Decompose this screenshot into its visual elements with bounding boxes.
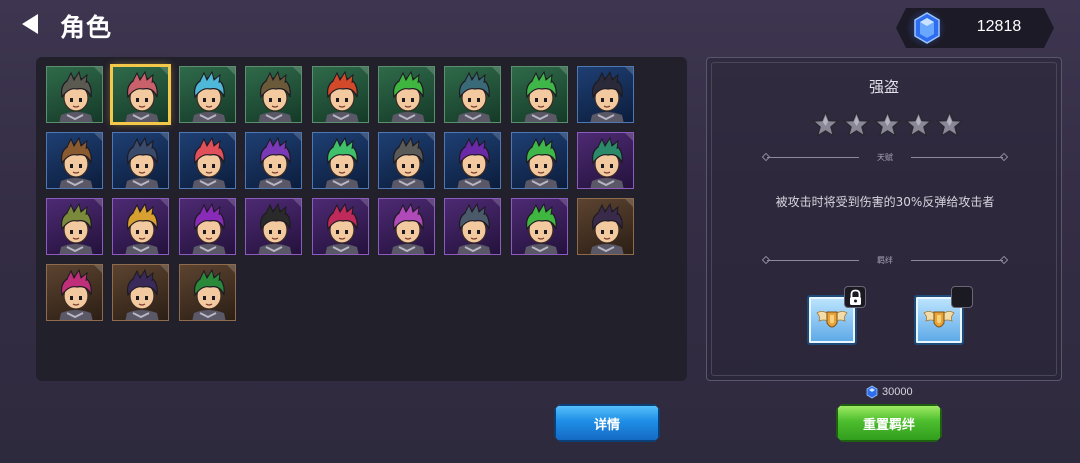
character-slot[interactable] bbox=[312, 132, 369, 189]
character-slot[interactable] bbox=[444, 66, 501, 123]
back-button[interactable] bbox=[18, 12, 44, 36]
star-rating bbox=[811, 110, 964, 141]
character-slot[interactable] bbox=[112, 198, 169, 255]
character-slot[interactable] bbox=[577, 198, 634, 255]
character-portrait-icon bbox=[325, 136, 359, 188]
back-arrow-icon bbox=[22, 14, 38, 34]
page-title: 角色 bbox=[60, 13, 113, 42]
talent-description: 被攻击时将受到伤害的30%反弹给攻击者 bbox=[775, 195, 995, 209]
character-slot[interactable] bbox=[511, 198, 568, 255]
character-roster bbox=[36, 57, 687, 381]
character-portrait-icon bbox=[524, 136, 558, 188]
star-icon bbox=[842, 110, 871, 141]
character-slot[interactable] bbox=[179, 198, 236, 255]
character-slot[interactable] bbox=[312, 198, 369, 255]
character-portrait-icon bbox=[125, 136, 159, 188]
character-slot[interactable] bbox=[112, 132, 169, 189]
star-icon bbox=[873, 110, 902, 141]
character-portrait-icon bbox=[59, 268, 93, 320]
character-portrait-icon bbox=[325, 70, 359, 122]
star-icon bbox=[904, 110, 933, 141]
character-slot[interactable] bbox=[577, 132, 634, 189]
character-portrait-icon bbox=[457, 202, 491, 254]
character-portrait-icon bbox=[524, 70, 558, 122]
character-slot[interactable] bbox=[46, 66, 103, 123]
character-portrait-icon bbox=[59, 202, 93, 254]
bond-divider: 羁绊 bbox=[761, 255, 1009, 267]
character-slot[interactable] bbox=[46, 198, 103, 255]
character-portrait-icon bbox=[192, 268, 226, 320]
character-portrait-icon bbox=[258, 70, 292, 122]
character-portrait-icon bbox=[590, 202, 624, 254]
character-slot[interactable] bbox=[179, 66, 236, 123]
character-portrait-icon bbox=[125, 268, 159, 320]
character-portrait-icon bbox=[125, 202, 159, 254]
character-slot[interactable] bbox=[46, 132, 103, 189]
talent-divider: 天赋 bbox=[761, 152, 1009, 164]
character-portrait-icon bbox=[457, 136, 491, 188]
character-slot[interactable] bbox=[179, 264, 236, 321]
character-slot[interactable] bbox=[245, 198, 302, 255]
character-portrait-icon bbox=[325, 202, 359, 254]
character-portrait-icon bbox=[258, 202, 292, 254]
star-icon bbox=[811, 110, 840, 141]
bond-empty-badge bbox=[951, 286, 973, 308]
character-portrait-icon bbox=[125, 70, 159, 122]
character-portrait-icon bbox=[391, 136, 425, 188]
character-portrait-icon bbox=[59, 136, 93, 188]
character-portrait-icon bbox=[590, 136, 624, 188]
character-slot[interactable] bbox=[511, 132, 568, 189]
lock-icon bbox=[850, 289, 861, 305]
blue-gem-icon bbox=[914, 12, 940, 44]
character-slot[interactable] bbox=[378, 66, 435, 123]
character-slot[interactable] bbox=[444, 198, 501, 255]
character-portrait-icon bbox=[192, 70, 226, 122]
character-slot[interactable] bbox=[110, 64, 171, 125]
reset-cost: 30000 bbox=[866, 385, 913, 399]
reset-bond-button-label: 重置羁绊 bbox=[862, 417, 915, 433]
winged-shield-icon bbox=[816, 311, 848, 328]
character-slot[interactable] bbox=[46, 264, 103, 321]
character-slot[interactable] bbox=[112, 264, 169, 321]
character-slot[interactable] bbox=[444, 132, 501, 189]
details-button-label: 详情 bbox=[593, 417, 620, 433]
character-portrait-icon bbox=[590, 70, 624, 122]
currency-amount: 12818 bbox=[976, 18, 1022, 35]
character-portrait-icon bbox=[258, 136, 292, 188]
character-portrait-icon bbox=[59, 70, 93, 122]
winged-shield-icon bbox=[923, 311, 955, 328]
character-slot[interactable] bbox=[577, 66, 634, 123]
details-button[interactable]: 详情 bbox=[554, 404, 660, 442]
character-slot[interactable] bbox=[179, 132, 236, 189]
character-slot[interactable] bbox=[245, 66, 302, 123]
character-slot[interactable] bbox=[378, 132, 435, 189]
character-portrait-icon bbox=[391, 202, 425, 254]
character-portrait-icon bbox=[192, 136, 226, 188]
character-info-panel: 强盗 天赋 被攻击时将受到伤害的30%反弹给攻击者 羁绊 bbox=[706, 57, 1062, 381]
character-slot[interactable] bbox=[312, 66, 369, 123]
character-slot[interactable] bbox=[511, 66, 568, 123]
character-portrait-icon bbox=[457, 70, 491, 122]
star-icon bbox=[935, 110, 964, 141]
reset-cost-amount: 30000 bbox=[882, 386, 913, 398]
character-slot[interactable] bbox=[245, 132, 302, 189]
character-slot[interactable] bbox=[378, 198, 435, 255]
character-name: 强盗 bbox=[868, 78, 899, 96]
character-portrait-icon bbox=[192, 202, 226, 254]
character-portrait-icon bbox=[524, 202, 558, 254]
blue-gem-icon bbox=[866, 385, 878, 399]
character-portrait-icon bbox=[391, 70, 425, 122]
currency-display: 12818 bbox=[896, 8, 1054, 48]
bond-lock-badge bbox=[844, 286, 866, 308]
reset-bond-button[interactable]: 重置羁绊 bbox=[836, 404, 942, 442]
